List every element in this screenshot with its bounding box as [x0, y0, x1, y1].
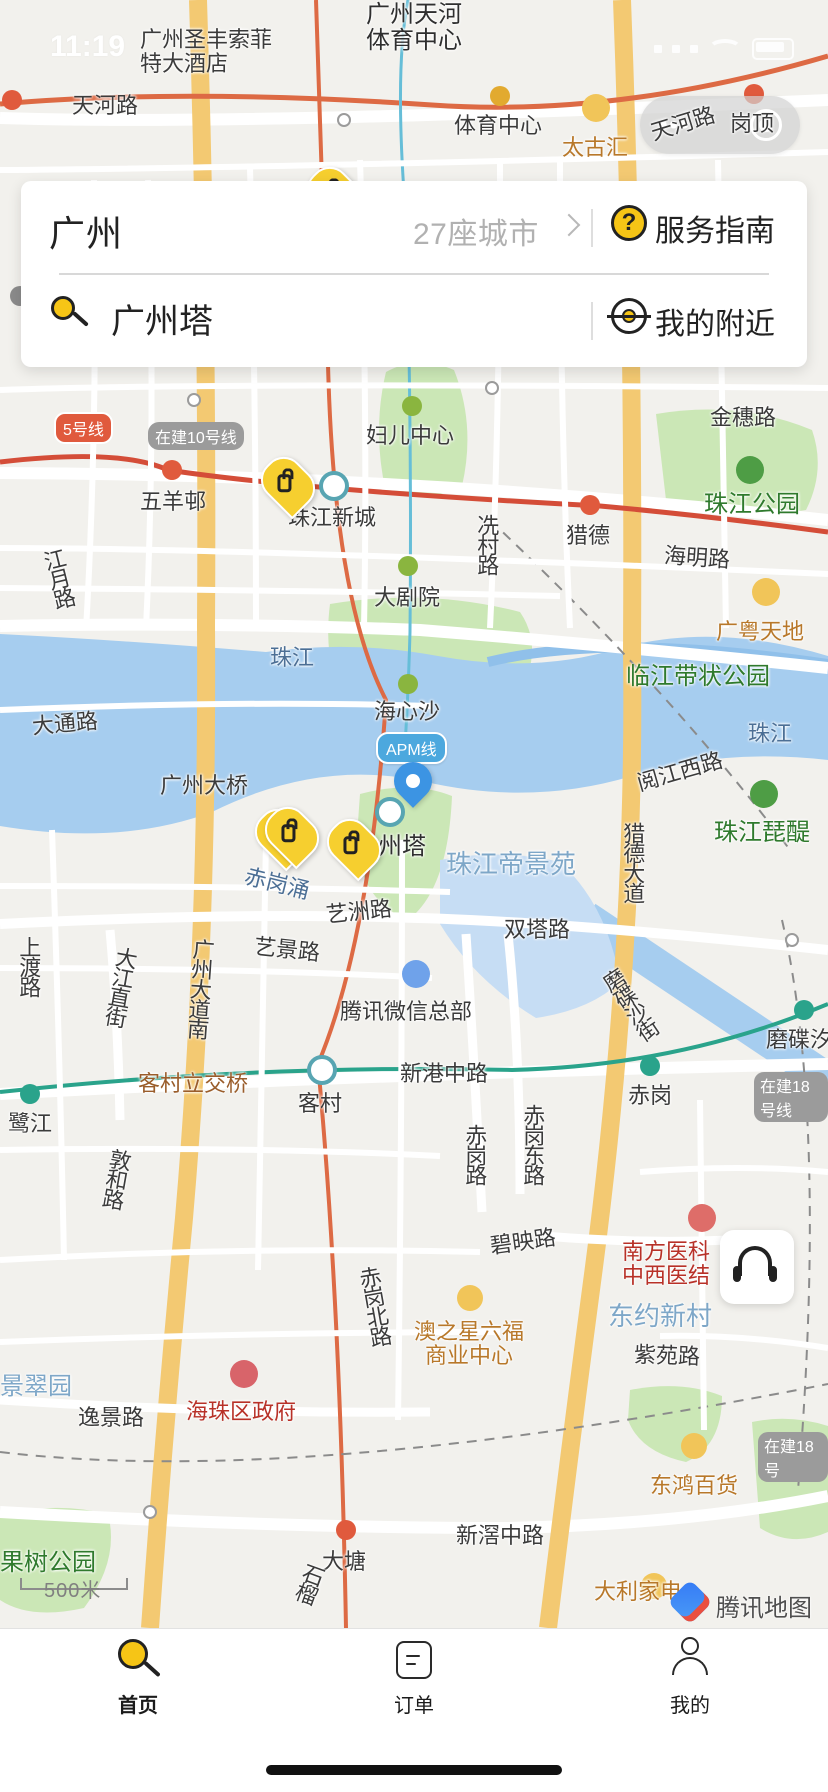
- map-provider-label: 腾讯地图: [716, 1595, 812, 1622]
- metro-construction-badge: 在建10号线: [148, 422, 244, 450]
- search-input[interactable]: 广州塔: [111, 294, 213, 343]
- tab-label: 首页: [118, 1695, 158, 1717]
- search-icon: [51, 296, 89, 330]
- chevron-right-icon: [557, 213, 581, 237]
- app-screen: 11:19 ••• 广州圣丰索菲 特大酒店 广州天河 体育中心 天河路 体育中心…: [0, 0, 828, 1792]
- headset-icon: [733, 1246, 777, 1282]
- city-count-link[interactable]: 27座城市: [413, 209, 539, 253]
- search-row: 广州塔 我的附近: [21, 274, 807, 367]
- lock-icon: [281, 824, 296, 843]
- help-icon: ?: [611, 205, 647, 241]
- metro-construction-badge: 在建18号线: [754, 1072, 828, 1122]
- tab-orders[interactable]: 订单: [276, 1629, 552, 1749]
- tab-label: 我的: [670, 1695, 710, 1717]
- search-card: 广州 27座城市 ? 服务指南 广州塔 我的附近: [21, 181, 807, 367]
- home-indicator[interactable]: [266, 1765, 562, 1775]
- order-icon: [396, 1641, 432, 1679]
- metro-line-badge: 5号线: [54, 412, 113, 444]
- search-icon: [118, 1639, 161, 1681]
- apm-line-badge: APM线: [376, 732, 447, 764]
- more-icon[interactable]: •••: [658, 111, 690, 139]
- close-icon[interactable]: [750, 109, 782, 141]
- scale-label: 500米: [44, 1580, 102, 1602]
- lock-icon: [277, 474, 292, 493]
- tab-home[interactable]: 首页: [0, 1629, 276, 1749]
- city-name[interactable]: 广州: [49, 205, 123, 257]
- divider: [591, 209, 593, 247]
- tab-profile[interactable]: 我的: [552, 1629, 828, 1749]
- city-row: 广州 27座城市 ? 服务指南: [21, 181, 807, 274]
- lock-icon: [343, 836, 358, 855]
- tab-label: 订单: [394, 1695, 434, 1717]
- divider: [591, 302, 593, 340]
- service-guide-button[interactable]: 服务指南: [655, 206, 775, 250]
- metro-construction-badge: 在建18号: [758, 1432, 828, 1482]
- user-icon: [672, 1637, 708, 1679]
- nearby-button[interactable]: 我的附近: [655, 299, 775, 343]
- crosshair-icon: [607, 298, 651, 334]
- mini-program-capsule[interactable]: •••: [640, 96, 800, 154]
- customer-service-button[interactable]: [720, 1230, 794, 1304]
